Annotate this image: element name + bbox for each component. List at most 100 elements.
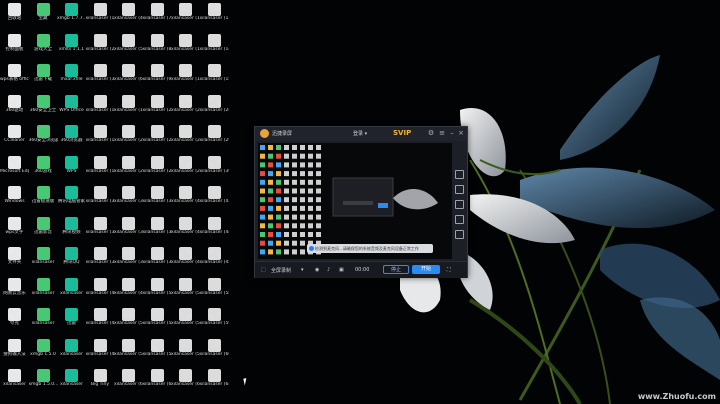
desktop-icon[interactable]: 360浏览器 <box>57 124 86 155</box>
desktop-icon[interactable]: xilansaser (20) <box>114 124 143 155</box>
desktop-icon[interactable]: xilansaser (52) <box>143 277 172 308</box>
desktop-icon[interactable]: xilansaser (60) <box>200 338 229 369</box>
desktop-icon[interactable]: Big Tiny <box>86 368 115 399</box>
desktop-icon[interactable]: xilansaser (57) <box>171 338 200 369</box>
desktop-icon[interactable]: xilansaser (2) <box>86 33 115 64</box>
pen-tool-icon[interactable] <box>455 185 464 194</box>
desktop-icon[interactable]: xilansaser (43) <box>200 185 229 216</box>
desktop-icon[interactable]: 夸克 <box>0 307 29 338</box>
desktop-icon[interactable]: xilansaser (53) <box>143 307 172 338</box>
desktop-icon[interactable]: xilansaser <box>29 277 58 308</box>
desktop-icon[interactable]: 360安全浏览器 <box>29 124 58 155</box>
desktop-icon[interactable]: xilansaser (7) <box>143 2 172 33</box>
desktop-icon[interactable]: xilansaser (44) <box>200 216 229 247</box>
desktop-icon[interactable]: 腾讯QQ <box>57 246 86 277</box>
menu-icon[interactable]: ≡ <box>438 129 446 138</box>
desktop-icon[interactable]: xmgb 1.7.7... <box>57 2 86 33</box>
svip-badge[interactable]: SVIP <box>393 129 411 137</box>
desktop-icon[interactable]: xilansaser (32) <box>86 216 115 247</box>
desktop-icon[interactable]: 360游戏 <box>29 155 58 186</box>
desktop-icon[interactable]: xilansaser (28) <box>200 94 229 125</box>
desktop-icon[interactable]: xilansaser (23) <box>143 124 172 155</box>
desktop-icon[interactable]: xilansaser (38) <box>143 216 172 247</box>
desktop-icon[interactable]: xmgb 1.5.0... <box>29 368 58 399</box>
desktop-icon[interactable]: xilansaser (15) <box>200 63 229 94</box>
desktop-icon[interactable]: xilansaser (5) <box>114 33 143 64</box>
desktop-icon[interactable]: xilansaser (27) <box>171 155 200 186</box>
user-avatar[interactable] <box>260 129 269 138</box>
expand-icon[interactable]: ⛶ <box>447 267 451 273</box>
desktop-icon[interactable]: xilansaser (51) <box>114 338 143 369</box>
login-button[interactable]: 登录 ▾ <box>353 130 367 137</box>
desktop-icon[interactable]: xilansaser (22) <box>143 94 172 125</box>
gear-tool-icon[interactable] <box>455 230 464 239</box>
desktop-icon[interactable]: xilansaser (55) <box>171 277 200 308</box>
desktop-icon[interactable]: 文件夹 <box>0 246 29 277</box>
desktop-icon[interactable]: xilansaser <box>57 338 86 369</box>
fullscreen-mode-icon[interactable]: ⬚ <box>261 267 266 273</box>
desktop-icon[interactable]: xilansaser (62) <box>143 368 172 399</box>
minimize-icon[interactable]: – <box>448 129 456 138</box>
desktop-icon[interactable]: xilansaser (47) <box>86 307 115 338</box>
desktop-icon[interactable]: xilansaser (49) <box>114 277 143 308</box>
desktop-icon[interactable]: CCleaner <box>0 124 29 155</box>
desktop-icon[interactable]: 回收站 <box>0 2 29 33</box>
desktop-icon[interactable]: xmgb 1.5.0 <box>29 338 58 369</box>
desktop-icon[interactable]: xilansaser (37) <box>143 185 172 216</box>
desktop-icon[interactable]: xilansaser (54) <box>143 338 172 369</box>
desktop-icon[interactable]: 360安全卫士 <box>29 94 58 125</box>
desktop-icon[interactable]: xmlts 1.1.1 <box>57 33 86 64</box>
desktop-icon[interactable]: 控制面板 <box>0 33 29 64</box>
microphone-icon[interactable]: ♪ <box>327 267 330 273</box>
start-record-button[interactable]: 开始 <box>412 265 440 274</box>
desktop-icon[interactable]: xilansaser (64) <box>200 368 229 399</box>
camera-tool-icon[interactable] <box>455 200 464 209</box>
desktop-icon[interactable]: 网易云音乐 <box>0 277 29 308</box>
close-icon[interactable]: × <box>457 129 465 138</box>
mode-select[interactable]: 全屏录制 <box>271 267 291 274</box>
desktop-icon[interactable]: mxaf.xfile <box>57 63 86 94</box>
desktop-icon[interactable]: xilansaser (63) <box>171 368 200 399</box>
desktop-icon[interactable]: xilansaser (56) <box>171 307 200 338</box>
desktop-icon[interactable]: xilansaser (13) <box>200 2 229 33</box>
desktop-icon[interactable]: xilansaser <box>57 368 86 399</box>
desktop-icon[interactable]: xilansaser (14) <box>200 33 229 64</box>
desktop-icon[interactable]: xilansaser (9) <box>143 63 172 94</box>
desktop-icon[interactable]: 360驱动 <box>0 94 29 125</box>
desktop-icon[interactable]: Microsoft Edge <box>0 155 29 186</box>
desktop-icon[interactable]: xilansaser <box>29 307 58 338</box>
desktop-icon[interactable]: xilansaser (11) <box>171 33 200 64</box>
desktop-icon[interactable]: xilansaser (45) <box>200 246 229 277</box>
desktop-icon[interactable]: xilansaser (10) <box>171 2 200 33</box>
desktop-icon[interactable]: xilansaser (30) <box>200 155 229 186</box>
desktop-icon[interactable]: xilansaser (50) <box>114 307 143 338</box>
desktop-icon[interactable]: xilansaser (17) <box>86 124 115 155</box>
desktop-icon[interactable]: xilansaser (16) <box>86 94 115 125</box>
desktop-icon[interactable]: 腾讯电脑管家 <box>57 185 86 216</box>
desktop-icon[interactable]: xilansaser (41) <box>171 216 200 247</box>
desktop-icon[interactable]: xilansaser (4) <box>114 2 143 33</box>
desktop-icon[interactable]: xilansaser (18) <box>86 155 115 186</box>
desktop-icon[interactable]: xilansaser (58) <box>200 277 229 308</box>
desktop-icon[interactable]: xilansaser (39) <box>143 246 172 277</box>
screenshot-icon[interactable] <box>455 215 464 224</box>
desktop-icon[interactable]: Windows <box>0 185 29 216</box>
recorder-titlebar[interactable]: 迅捷录屏 登录 ▾ SVIP ⚙ ≡ – × <box>255 127 467 141</box>
desktop-icon[interactable]: xilansaser (6) <box>114 63 143 94</box>
desktop-icon[interactable]: 宝藏 <box>29 2 58 33</box>
desktop-icon[interactable]: xilansaser (3) <box>86 63 115 94</box>
desktop-icon[interactable]: WPS Office <box>57 94 86 125</box>
desktop-icon[interactable]: xilansaser <box>57 277 86 308</box>
desktop-icon[interactable]: 腾讯视频 <box>57 216 86 247</box>
desktop-icon[interactable]: xilansaser (24) <box>143 155 172 186</box>
desktop-icon[interactable]: xilansaser (12) <box>171 63 200 94</box>
desktop-icon[interactable]: 迅雷极速版 <box>29 185 58 216</box>
screen-recorder-window[interactable]: 迅捷录屏 登录 ▾ SVIP ⚙ ≡ – × 检测到麦克风...请确保您的系统音… <box>254 126 468 278</box>
desktop-icon[interactable]: xilansaser (59) <box>200 307 229 338</box>
desktop-icon[interactable]: 迅雷 <box>57 307 86 338</box>
desktop-icon[interactable]: xilansaser (35) <box>114 216 143 247</box>
desktop-icon[interactable]: 搜狗输入法 <box>0 338 29 369</box>
desktop-icon[interactable]: 游戏大全 <box>29 33 58 64</box>
desktop-icon[interactable]: xilansaser <box>0 368 29 399</box>
desktop-icon[interactable]: xilansaser (21) <box>114 155 143 186</box>
